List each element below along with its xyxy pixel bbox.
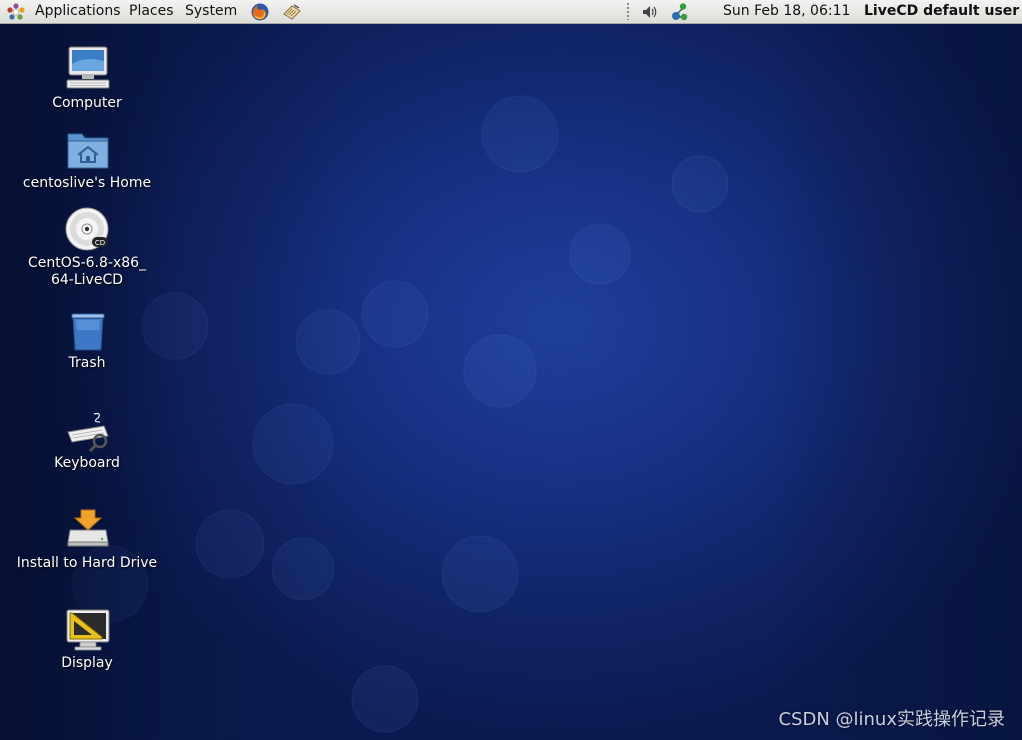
desktop-icon-home[interactable]: centoslive's Home <box>12 126 162 194</box>
gnome-foot-icon[interactable] <box>6 2 26 22</box>
desktop-icon-label: Trash <box>68 355 106 371</box>
desktop-icon-display[interactable]: Display <box>12 606 162 672</box>
panel-separator <box>627 3 629 20</box>
desktop-icon-computer[interactable]: Computer <box>12 44 162 114</box>
menu-system[interactable]: System <box>185 0 237 23</box>
user-menu[interactable]: LiveCD default user <box>864 0 1019 23</box>
desktop-icon-label-line2: 64-LiveCD <box>50 272 123 288</box>
keyboard-icon <box>67 412 109 453</box>
desktop-icon-label: Install to Hard Drive <box>16 555 158 571</box>
desktop-icon-trash[interactable]: Trash <box>12 308 162 374</box>
top-panel: Applications Places System Sun Feb 18, 0… <box>0 0 1022 24</box>
svg-text:CD: CD <box>95 239 105 247</box>
computer-icon <box>66 46 110 89</box>
install-drive-icon <box>67 509 109 547</box>
cd-icon: CD <box>65 207 109 251</box>
network-icon[interactable] <box>670 2 690 22</box>
desktop-icon-keyboard[interactable]: Keyboard <box>12 410 162 474</box>
clock[interactable]: Sun Feb 18, 06:11 <box>723 0 850 23</box>
menu-applications[interactable]: Applications <box>35 0 121 23</box>
display-icon <box>66 609 110 651</box>
trash-icon <box>71 313 105 351</box>
desktop-icon-label: centoslive's Home <box>22 175 152 191</box>
desktop-icon-livecd[interactable]: CD CentOS-6.8-x86_ 64-LiveCD <box>12 206 162 290</box>
volume-icon[interactable] <box>640 2 660 22</box>
desktop-icon-install[interactable]: Install to Hard Drive <box>12 508 162 574</box>
menu-places[interactable]: Places <box>129 0 174 23</box>
desktop-icon-label: CentOS-6.8-x86_ <box>27 255 147 271</box>
desktop-icon-label: Computer <box>52 95 122 111</box>
firefox-icon[interactable] <box>250 2 270 22</box>
text-editor-icon[interactable] <box>282 2 302 22</box>
desktop-icon-label: Keyboard <box>54 455 120 471</box>
watermark: CSDN @linux实践操作记录 <box>778 709 1005 730</box>
desktop-icon-label: Display <box>61 655 113 671</box>
home-folder-icon <box>67 133 109 169</box>
